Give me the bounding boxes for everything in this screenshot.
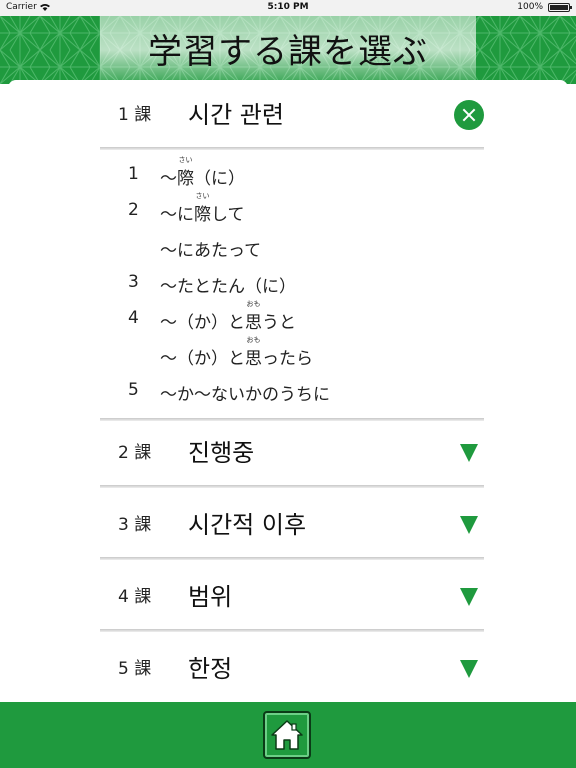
item-text: 〜か〜ないかのうちに [160, 385, 330, 405]
lesson-row-5[interactable]: 5 課 한정 [100, 634, 484, 702]
item-text: 〜にあたって [160, 241, 262, 261]
lesson-row-3[interactable]: 3 課 시간적 이후 [100, 490, 484, 560]
list-item[interactable]: 1 〜さい 際（に） [100, 152, 484, 189]
item-text: 〜（か）と おも 思うと [160, 300, 296, 333]
divider [100, 418, 484, 421]
battery-percent: 100% [517, 2, 543, 12]
list-item[interactable]: 3 〜たとたん（に） [100, 260, 484, 297]
lesson-row-4[interactable]: 4 課 범위 [100, 562, 484, 632]
triangle-down-icon[interactable] [460, 660, 478, 678]
lesson-number: 5 課 [118, 659, 152, 679]
lesson-number: 4 課 [118, 587, 152, 607]
header: 学習する課を選ぶ [0, 16, 576, 84]
item-number: 4 [128, 308, 139, 328]
item-text: 〜（か）と おも 思ったら [160, 336, 313, 369]
lesson-number: 3 課 [118, 515, 152, 535]
lesson-number: 1 課 [118, 105, 152, 125]
triangle-down-icon[interactable] [460, 444, 478, 462]
divider [100, 557, 484, 560]
item-number: 3 [128, 272, 139, 292]
item-text: 〜さい 際（に） [160, 156, 245, 189]
triangle-down-icon[interactable] [460, 516, 478, 534]
lesson-name: 한정 [188, 655, 233, 683]
battery-icon [548, 3, 572, 12]
list-item[interactable]: 4 〜（か）と おも 思うと [100, 296, 484, 333]
lesson-name: 시간 관련 [188, 101, 284, 129]
lesson-name: 범위 [188, 583, 233, 611]
home-button[interactable] [263, 711, 311, 759]
status-time: 5:10 PM [267, 2, 309, 12]
footer-bar [0, 702, 576, 768]
lesson-row-2[interactable]: 2 課 진행중 [100, 418, 484, 488]
lesson-number: 2 課 [118, 443, 152, 463]
home-icon [271, 720, 303, 750]
lesson-name: 시간적 이후 [188, 511, 307, 539]
divider [100, 629, 484, 632]
lesson-row-1[interactable]: 1 課 시간 관련 [100, 80, 484, 150]
lesson-name: 진행중 [188, 439, 255, 467]
status-bar: Carrier 5:10 PM 100% [0, 0, 576, 16]
item-text: 〜たとたん（に） [160, 277, 296, 297]
item-number: 1 [128, 164, 139, 184]
list-item[interactable]: 〜（か）と おも 思ったら [100, 332, 484, 369]
list-item[interactable]: 2 〜に さい 際して [100, 188, 484, 225]
item-text: 〜に さい 際して [160, 192, 245, 225]
list-item[interactable]: 〜にあたって [100, 224, 484, 261]
page-title: 学習する課を選ぶ [148, 32, 428, 72]
item-number: 2 [128, 200, 139, 220]
close-icon[interactable] [454, 100, 484, 130]
lesson-panel: 1 課 시간 관련 1 〜さい 際（に） 2 〜に さい 際して 〜にあたって 3 〜… [8, 80, 568, 702]
list-item[interactable]: 5 〜か〜ないかのうちに [100, 368, 484, 405]
triangle-down-icon[interactable] [460, 588, 478, 606]
divider [100, 147, 484, 150]
item-number: 5 [128, 380, 139, 400]
divider [100, 485, 484, 488]
lesson-1-items: 1 〜さい 際（に） 2 〜に さい 際して 〜にあたって 3 〜たとたん（に） 4 … [100, 152, 484, 412]
